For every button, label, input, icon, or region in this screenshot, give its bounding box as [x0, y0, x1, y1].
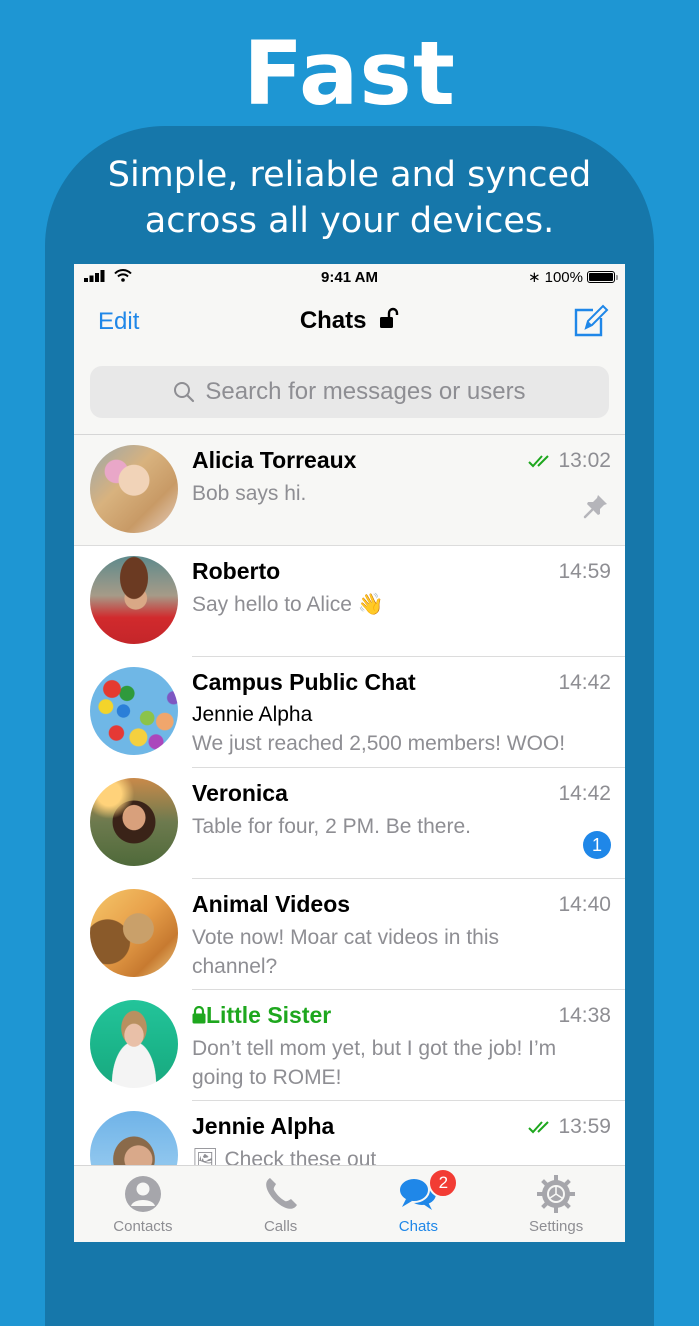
- phone-icon: [265, 1178, 297, 1209]
- chat-row[interactable]: Little Sister 14:38 Don’t tell mom yet, …: [74, 990, 625, 1101]
- status-bar: 9:41 AM ∗ 100%: [74, 264, 625, 292]
- chat-name: Campus Public Chat: [192, 669, 416, 695]
- contacts-icon: [124, 1176, 161, 1212]
- chat-message: Say hello to Alice 👋: [192, 593, 384, 616]
- double-check-icon: [528, 1121, 550, 1134]
- page-title: Chats: [74, 307, 625, 335]
- chat-name: Animal Videos: [192, 891, 351, 917]
- chat-time-text: 14:42: [558, 782, 611, 805]
- chat-name: Alicia Torreaux: [192, 447, 357, 473]
- chat-time-text: 14:40: [558, 893, 611, 916]
- chat-row[interactable]: Veronica 14:42 Table for four, 2 PM. Be …: [74, 768, 625, 879]
- tab-contacts[interactable]: Contacts: [74, 1166, 212, 1242]
- chat-time: 14:38: [558, 1004, 611, 1028]
- search-container: Search for messages or users: [74, 356, 625, 435]
- chat-time: 14:42: [558, 782, 611, 806]
- battery-percent: 100%: [544, 268, 583, 286]
- chat-row[interactable]: Campus Public Chat 14:42 Jennie Alpha We…: [74, 657, 625, 768]
- chat-row[interactable]: Roberto 14:59 Say hello to Alice 👋: [74, 546, 625, 657]
- chat-time: 14:42: [558, 671, 611, 695]
- secret-lock-icon: [192, 1005, 206, 1024]
- chat-message: Table for four, 2 PM. Be there.: [192, 815, 471, 838]
- tab-label: Settings: [529, 1218, 584, 1235]
- chat-name: Roberto: [192, 558, 281, 584]
- nav-bar: Edit Chats: [74, 292, 625, 356]
- chat-time: 14:40: [558, 893, 611, 917]
- avatar: [90, 778, 178, 866]
- avatar: [90, 1000, 178, 1088]
- chat-time-text: 13:02: [558, 449, 611, 472]
- chats-unread-badge: 2: [428, 1168, 459, 1198]
- title-text: Chats: [299, 307, 367, 334]
- tab-bar: Contacts Calls 2 Chats Settings: [74, 1165, 625, 1242]
- promo-headline: Fast: [243, 22, 456, 125]
- avatar: [90, 667, 178, 755]
- chat-time-text: 14:38: [558, 1004, 611, 1027]
- avatar: [90, 889, 178, 977]
- settings-icon: [537, 1175, 576, 1213]
- double-check-icon: [528, 455, 550, 468]
- unlock-icon[interactable]: [379, 307, 399, 329]
- chat-time-text: 14:42: [558, 671, 611, 694]
- avatar: [90, 556, 178, 644]
- search-placeholder: Search for messages or users: [205, 378, 526, 405]
- chat-row[interactable]: Alicia Torreaux 13:02 Bob says hi.: [74, 435, 625, 546]
- pin-icon: [583, 495, 607, 519]
- promo-tagline: Simple, reliable and synced across all y…: [0, 152, 699, 244]
- tab-label: Contacts: [113, 1218, 173, 1235]
- tab-label: Chats: [398, 1218, 438, 1235]
- tagline-line-2: across all your devices.: [144, 201, 555, 241]
- chat-list: Alicia Torreaux 13:02 Bob says hi. Rober…: [74, 435, 625, 1212]
- chat-row[interactable]: Animal Videos 14:40 Vote now! Moar cat v…: [74, 879, 625, 990]
- search-input[interactable]: Search for messages or users: [90, 366, 609, 418]
- bluetooth-icon: ∗: [528, 269, 541, 286]
- chat-time-text: 14:59: [558, 560, 611, 583]
- chat-time: 13:02: [528, 449, 611, 473]
- chat-sender: Jennie Alpha: [192, 703, 313, 726]
- chat-name-text: Little Sister: [206, 1002, 332, 1028]
- chat-name: Little Sister: [192, 1002, 331, 1029]
- compose-icon[interactable]: [573, 302, 609, 338]
- tab-calls[interactable]: Calls: [212, 1166, 350, 1242]
- chat-name: Veronica: [192, 780, 288, 806]
- chat-time: 13:59: [528, 1115, 611, 1139]
- chat-message: Bob says hi.: [192, 482, 307, 505]
- chat-name: Jennie Alpha: [192, 1113, 335, 1139]
- tab-label: Calls: [263, 1218, 298, 1235]
- unread-badge: 1: [583, 831, 611, 859]
- chat-time-text: 13:59: [558, 1115, 611, 1138]
- tab-settings[interactable]: Settings: [487, 1166, 625, 1242]
- search-icon: [174, 382, 195, 403]
- chat-message: Don’t tell mom yet, but I got the job! I…: [192, 1037, 557, 1089]
- tagline-line-1: Simple, reliable and synced: [107, 155, 592, 195]
- battery-icon: [587, 271, 618, 283]
- chat-message: We just reached 2,500 members! WOO!: [192, 732, 566, 755]
- chat-time: 14:59: [558, 560, 611, 584]
- phone-screen: 9:41 AM ∗ 100% Edit Chats Search for mes…: [74, 264, 625, 1242]
- chat-message: Vote now! Moar cat videos in this channe…: [192, 926, 499, 978]
- tab-chats[interactable]: 2 Chats: [350, 1166, 488, 1242]
- avatar: [90, 445, 178, 533]
